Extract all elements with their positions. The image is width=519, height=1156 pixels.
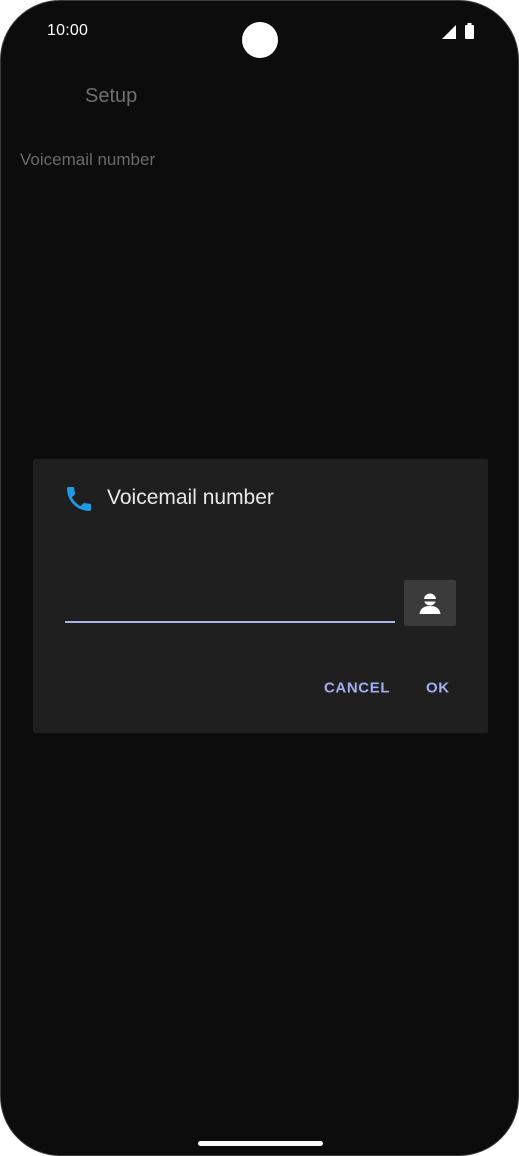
status-time: 10:00 (47, 22, 89, 39)
signal-icon (442, 25, 456, 39)
camera-cutout (242, 22, 278, 58)
contact-icon (419, 593, 441, 614)
status-bar: 10:00 (1, 1, 518, 61)
phone-frame: 10:00 Setup Voicemail number Voicemail n… (0, 0, 519, 1156)
page-title: Setup (85, 85, 138, 107)
battery-icon (465, 23, 474, 39)
dialog-title: Voicemail number (107, 486, 274, 509)
voicemail-number-input[interactable] (65, 587, 395, 623)
phone-icon (67, 487, 91, 511)
ok-button[interactable]: OK (426, 680, 450, 697)
pick-contact-button[interactable] (404, 580, 456, 626)
voicemail-number-dialog: Voicemail number CANCEL OK (33, 459, 488, 733)
cancel-button[interactable]: CANCEL (324, 680, 390, 697)
navigation-bar (1, 1130, 518, 1155)
home-gesture-handle[interactable] (198, 1141, 323, 1146)
voicemail-number-setting: Voicemail number (20, 150, 156, 169)
